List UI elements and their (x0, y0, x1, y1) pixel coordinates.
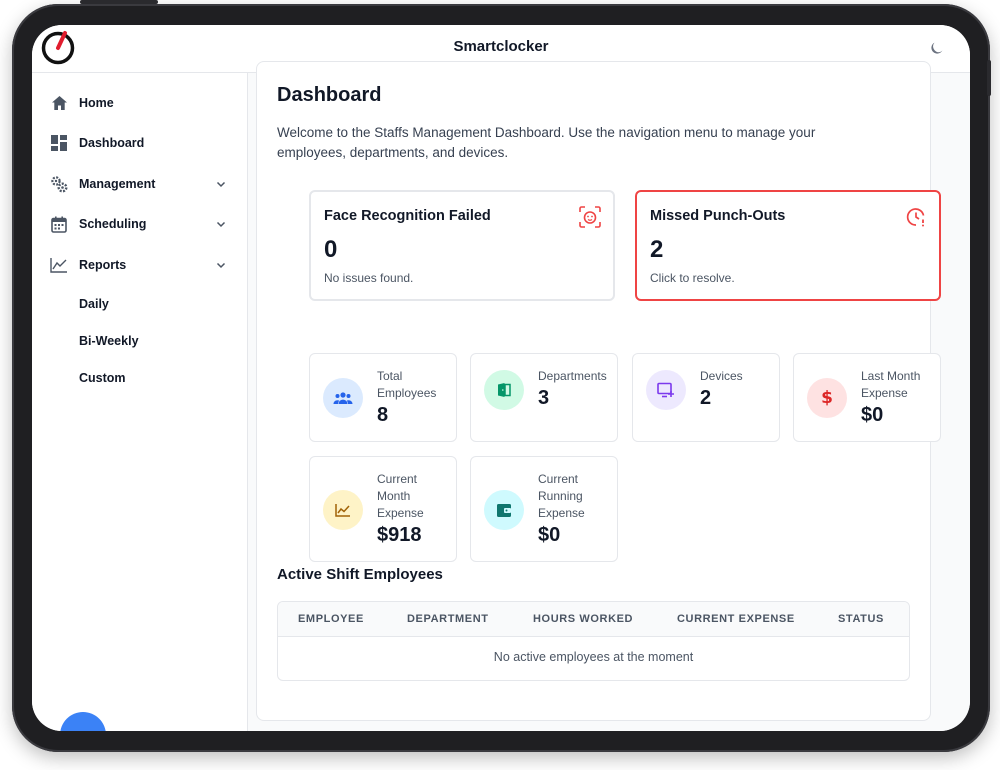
door-icon (498, 383, 511, 397)
stat-card-current-running-expense[interactable]: Current Running Expense $0 (470, 456, 618, 562)
stat-card-devices[interactable]: Devices 2 (632, 353, 780, 442)
stat-icon-circle (484, 490, 524, 530)
sidebar-item-label: Home (79, 96, 114, 110)
column-header[interactable]: CURRENT EXPENSE (677, 613, 795, 625)
sidebar-subitem-custom[interactable]: Custom (79, 371, 126, 385)
stat-label-line: Devices (700, 369, 743, 383)
sidebar-item-management[interactable]: Management (32, 167, 248, 201)
gears-icon (50, 175, 68, 193)
active-shift-table: EMPLOYEE DEPARTMENT HOURS WORKED CURRENT… (277, 601, 910, 681)
stat-value: 8 (377, 404, 389, 426)
column-header[interactable]: STATUS (838, 613, 884, 625)
stat-label-line: Expense (538, 506, 585, 520)
sidebar-item-label: Management (79, 177, 156, 191)
chevron-down-icon[interactable] (215, 218, 227, 230)
alert-value: 2 (650, 236, 664, 263)
home-icon (50, 94, 68, 112)
dashboard-icon (50, 134, 68, 152)
device-add-icon (657, 382, 674, 398)
stat-value: $918 (377, 524, 422, 546)
stat-label: Departments (538, 368, 618, 385)
alert-title: Missed Punch-Outs (650, 208, 786, 224)
column-header[interactable]: HOURS WORKED (533, 613, 633, 625)
moon-icon[interactable] (928, 39, 946, 57)
sidebar: Home Dashboard Management Scheduling Rep… (32, 73, 248, 731)
table-header: EMPLOYEE DEPARTMENT HOURS WORKED CURRENT… (278, 602, 909, 637)
stat-label-line: Expense (377, 506, 424, 520)
page-title: Dashboard (277, 84, 382, 106)
stat-label: Current Running Expense (538, 471, 618, 522)
sidebar-item-reports[interactable]: Reports (32, 248, 248, 282)
alert-title: Face Recognition Failed (324, 208, 491, 224)
users-icon (333, 392, 353, 404)
stat-label-line: Expense (861, 386, 908, 400)
wallet-icon (497, 503, 511, 517)
stat-label-line: Month (377, 489, 411, 503)
stat-label: Current Month Expense (377, 471, 457, 522)
sidebar-item-label: Scheduling (79, 217, 147, 231)
alert-value: 0 (324, 236, 338, 263)
stat-label: Last Month Expense (861, 368, 941, 402)
app-title: Smartclocker (453, 38, 549, 55)
column-header[interactable]: EMPLOYEE (298, 613, 364, 625)
stat-value: $0 (861, 404, 884, 426)
clock-alert-icon (906, 208, 925, 227)
face-scan-icon (579, 206, 601, 228)
stat-value: 3 (538, 387, 550, 409)
stat-label: Total Employees (377, 368, 457, 402)
stat-label-line: Departments (538, 369, 607, 383)
stat-label-line: Last Month (861, 369, 921, 383)
stat-icon-circle: $ (807, 378, 847, 418)
empty-table-message: No active employees at the moment (493, 650, 694, 664)
stat-label-line: Total (377, 369, 403, 383)
welcome-text: Welcome to the Staffs Management Dashboa… (277, 125, 816, 160)
tablet-button (987, 60, 991, 96)
sidebar-item-dashboard[interactable]: Dashboard (32, 126, 248, 160)
chevron-down-icon[interactable] (215, 178, 227, 190)
stat-label-line: Running (538, 489, 583, 503)
stat-icon-circle (323, 378, 363, 418)
line-chart-icon (50, 256, 68, 274)
calendar-icon (50, 215, 68, 233)
section-title-active-shift: Active Shift Employees (277, 566, 443, 583)
stat-icon-circle (484, 370, 524, 410)
stat-value: 2 (700, 387, 712, 409)
stat-card-current-month-expense[interactable]: Current Month Expense $918 (309, 456, 457, 562)
sidebar-subitem-bi-weekly[interactable]: Bi-Weekly (79, 334, 139, 348)
stat-label-line: Current (538, 472, 579, 486)
stat-icon-circle (646, 370, 686, 410)
sidebar-item-label: Dashboard (79, 136, 145, 150)
alert-subtitle: Click to resolve. (650, 271, 735, 285)
stat-card-total-employees[interactable]: Total Employees 8 (309, 353, 457, 442)
sidebar-item-scheduling[interactable]: Scheduling (32, 207, 248, 241)
stat-label-line: Current (377, 472, 418, 486)
tablet-button (80, 0, 158, 4)
stat-label: Devices (700, 368, 780, 385)
alert-card-face-recognition[interactable]: Face Recognition Failed 0 No issues foun… (309, 190, 615, 301)
alert-subtitle: No issues found. (324, 271, 414, 285)
alert-card-missed-punch-outs[interactable]: Missed Punch-Outs 2 Click to resolve. (635, 190, 941, 301)
trend-chart-icon (335, 504, 350, 517)
stat-icon-circle (323, 490, 363, 530)
column-header[interactable]: DEPARTMENT (407, 613, 489, 625)
sidebar-item-home[interactable]: Home (32, 86, 248, 120)
stat-value: $0 (538, 524, 561, 546)
sidebar-item-label: Reports (79, 258, 127, 272)
sidebar-subitem-daily[interactable]: Daily (79, 297, 109, 311)
stat-label-line: Employees (377, 386, 437, 400)
dollar-icon: $ (821, 388, 833, 408)
chevron-down-icon[interactable] (215, 259, 227, 271)
stat-card-departments[interactable]: Departments 3 (470, 353, 618, 442)
stat-card-last-month-expense[interactable]: $ Last Month Expense $0 (793, 353, 941, 442)
